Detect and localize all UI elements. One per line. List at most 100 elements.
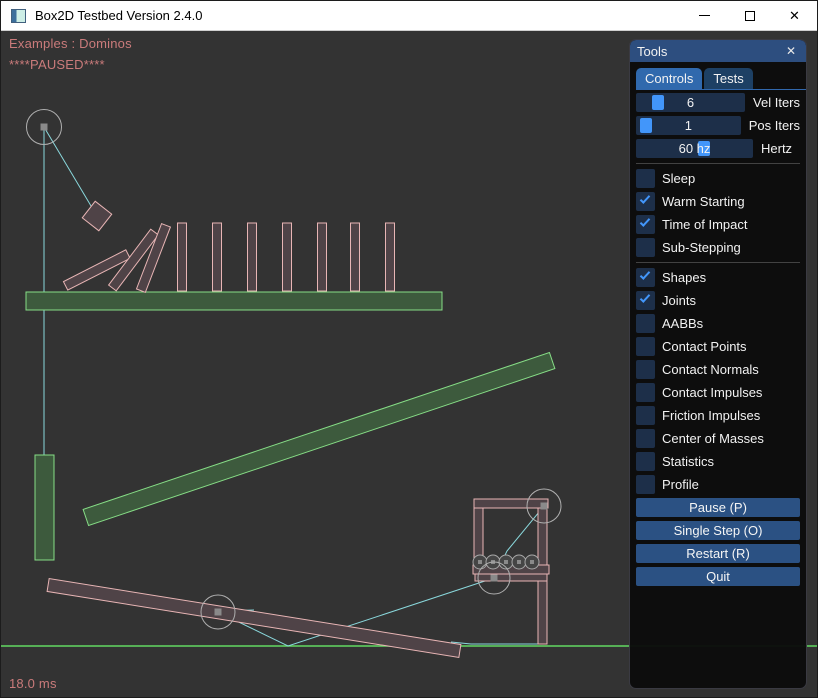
checkbox-box[interactable] (636, 169, 655, 188)
checkbox-shapes[interactable]: Shapes (636, 268, 800, 287)
checkbox-contact-points[interactable]: Contact Points (636, 337, 800, 356)
checkbox-label: Statistics (662, 454, 714, 469)
checkbox-label: Contact Points (662, 339, 747, 354)
minimize-button[interactable] (682, 1, 727, 30)
close-icon: ✕ (789, 8, 800, 24)
cart-top-bar (474, 499, 548, 508)
checkbox-joints[interactable]: Joints (636, 291, 800, 310)
checkbox-center-of-masses[interactable]: Center of Masses (636, 429, 800, 448)
domino-standing-2 (213, 223, 222, 291)
pause-button[interactable]: Pause (P) (636, 498, 800, 517)
tools-titlebar[interactable]: Tools ✕ (630, 40, 806, 62)
slider-grab[interactable] (652, 95, 664, 110)
checkbox-label: Friction Impulses (662, 408, 760, 423)
separator (636, 262, 800, 263)
minimize-icon (699, 15, 710, 16)
tools-panel: Tools ✕ Controls Tests 6 Vel Iters (629, 39, 807, 689)
vel-iters-row: 6 Vel Iters (636, 93, 800, 112)
pendulum-bob[interactable] (82, 201, 111, 230)
quit-button[interactable]: Quit (636, 567, 800, 586)
checkbox-label: Profile (662, 477, 699, 492)
separator (636, 163, 800, 164)
maximize-button[interactable] (727, 1, 772, 30)
checkbox-sub-stepping[interactable]: Sub-Stepping (636, 238, 800, 257)
app-icon (11, 9, 26, 23)
domino-standing-7 (386, 223, 395, 291)
physics-canvas[interactable]: Examples : Dominos ****PAUSED**** 18.0 m… (1, 31, 818, 698)
pos-iters-row: 1 Pos Iters (636, 116, 800, 135)
standing-dominoes[interactable] (178, 223, 395, 291)
domino-standing-4 (283, 223, 292, 291)
button-stack: Pause (P) Single Step (O) Restart (R) Qu… (636, 498, 800, 586)
slider-value: 60 hz (679, 141, 711, 156)
domino-standing-5 (318, 223, 327, 291)
checkbox-label: Sleep (662, 171, 695, 186)
domino-standing-6 (351, 223, 360, 291)
platform-shelf (26, 292, 442, 310)
checkbox-box[interactable] (636, 475, 655, 494)
checkbox-box[interactable] (636, 452, 655, 471)
tools-close-button[interactable]: ✕ (783, 43, 799, 59)
checkbox-time-of-impact[interactable]: Time of Impact (636, 215, 800, 234)
checkbox-box[interactable] (636, 215, 655, 234)
checkbox-label: Center of Masses (662, 431, 764, 446)
os-titlebar: Box2D Testbed Version 2.4.0 ✕ (1, 1, 817, 31)
frame-time-label: 18.0 ms (9, 676, 57, 691)
vel-iters-slider[interactable]: 6 (636, 93, 745, 112)
maximize-icon (745, 11, 755, 21)
checkbox-box[interactable] (636, 406, 655, 425)
tools-title: Tools (637, 44, 783, 59)
checkbox-contact-normals[interactable]: Contact Normals (636, 360, 800, 379)
slider-label: Hertz (761, 141, 792, 156)
window-title: Box2D Testbed Version 2.4.0 (35, 8, 682, 23)
elevator-block (35, 455, 54, 560)
checkbox-label: AABBs (662, 316, 703, 331)
checkbox-label: Shapes (662, 270, 706, 285)
restart-button[interactable]: Restart (R) (636, 544, 800, 563)
domino-standing-1 (178, 223, 187, 291)
slider-grab[interactable] (640, 118, 652, 133)
hertz-slider[interactable]: 60 hz (636, 139, 753, 158)
single-step-button[interactable]: Single Step (O) (636, 521, 800, 540)
joint-anchors (41, 124, 548, 616)
paused-label: ****PAUSED**** (9, 57, 105, 72)
hertz-row: 60 hz Hertz (636, 139, 800, 158)
checkbox-contact-impulses[interactable]: Contact Impulses (636, 383, 800, 402)
checkbox-box[interactable] (636, 314, 655, 333)
checkbox-box[interactable] (636, 360, 655, 379)
checkbox-box[interactable] (636, 429, 655, 448)
fallen-dominoes[interactable] (63, 224, 170, 293)
checkbox-aabbs[interactable]: AABBs (636, 314, 800, 333)
checkbox-profile[interactable]: Profile (636, 475, 800, 494)
checkbox-statistics[interactable]: Statistics (636, 452, 800, 471)
slider-label: Vel Iters (753, 95, 800, 110)
tools-panel-body: 6 Vel Iters 1 Pos Iters 60 hz (630, 90, 806, 586)
app-window: Box2D Testbed Version 2.4.0 ✕ (0, 0, 818, 698)
checkbox-box[interactable] (636, 268, 655, 287)
close-button[interactable]: ✕ (772, 1, 817, 30)
checkbox-label: Joints (662, 293, 696, 308)
check-icon (640, 193, 650, 204)
checkbox-box[interactable] (636, 238, 655, 257)
checkbox-warm-starting[interactable]: Warm Starting (636, 192, 800, 211)
tab-tests[interactable]: Tests (704, 68, 752, 89)
slider-value: 6 (687, 95, 694, 110)
checkbox-friction-impulses[interactable]: Friction Impulses (636, 406, 800, 425)
slider-value: 1 (685, 118, 692, 133)
checkbox-box[interactable] (636, 291, 655, 310)
checkbox-label: Sub-Stepping (662, 240, 741, 255)
checkbox-sleep[interactable]: Sleep (636, 169, 800, 188)
pos-iters-slider[interactable]: 1 (636, 116, 741, 135)
check-icon (640, 292, 650, 303)
checkbox-label: Time of Impact (662, 217, 747, 232)
checkbox-box[interactable] (636, 192, 655, 211)
checkbox-label: Warm Starting (662, 194, 745, 209)
domino-standing-3 (248, 223, 257, 291)
cart-frame[interactable] (473, 499, 549, 644)
cart-shelf-plate (475, 574, 547, 581)
checkbox-box[interactable] (636, 337, 655, 356)
checkbox-label: Contact Normals (662, 362, 759, 377)
checkbox-box[interactable] (636, 383, 655, 402)
example-label: Examples : Dominos (9, 36, 132, 51)
tab-controls[interactable]: Controls (636, 68, 702, 89)
